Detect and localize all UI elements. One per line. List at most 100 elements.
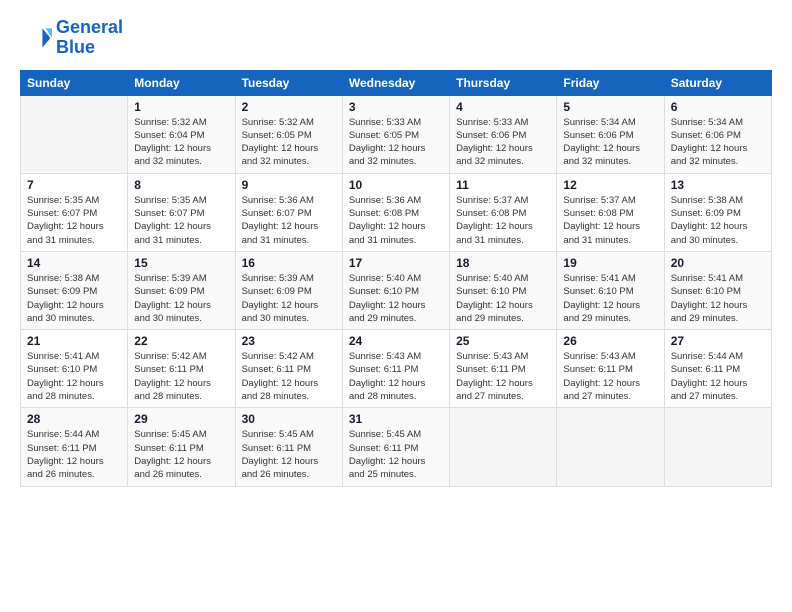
day-info: Sunrise: 5:42 AMSunset: 6:11 PMDaylight:… bbox=[242, 350, 336, 403]
calendar-cell: 30 Sunrise: 5:45 AMSunset: 6:11 PMDayligh… bbox=[235, 408, 342, 486]
calendar-cell: 6 Sunrise: 5:34 AMSunset: 6:06 PMDaylight… bbox=[664, 95, 771, 173]
day-number: 19 bbox=[563, 256, 657, 270]
calendar-cell: 1Sunrise: 5:32 AMSunset: 6:04 PMDaylight… bbox=[128, 95, 235, 173]
calendar-cell: 12 Sunrise: 5:37 AMSunset: 6:08 PMDayligh… bbox=[557, 173, 664, 251]
day-number: 27 bbox=[671, 334, 765, 348]
day-number: 24 bbox=[349, 334, 443, 348]
day-number: 22 bbox=[134, 334, 228, 348]
calendar-body: 1Sunrise: 5:32 AMSunset: 6:04 PMDaylight… bbox=[21, 95, 772, 486]
week-row-5: 28 Sunrise: 5:44 AMSunset: 6:11 PMDayligh… bbox=[21, 408, 772, 486]
calendar-cell: 22 Sunrise: 5:42 AMSunset: 6:11 PMDayligh… bbox=[128, 330, 235, 408]
day-info: Sunrise: 5:36 AMSunset: 6:07 PMDaylight:… bbox=[242, 194, 336, 247]
day-info: Sunrise: 5:43 AMSunset: 6:11 PMDaylight:… bbox=[563, 350, 657, 403]
day-info: Sunrise: 5:32 AMSunset: 6:05 PMDaylight:… bbox=[242, 116, 336, 169]
calendar-cell: 16 Sunrise: 5:39 AMSunset: 6:09 PMDayligh… bbox=[235, 251, 342, 329]
calendar-cell: 4Sunrise: 5:33 AMSunset: 6:06 PMDaylight… bbox=[450, 95, 557, 173]
day-number: 12 bbox=[563, 178, 657, 192]
day-info: Sunrise: 5:41 AMSunset: 6:10 PMDaylight:… bbox=[27, 350, 121, 403]
calendar-cell: 7 Sunrise: 5:35 AMSunset: 6:07 PMDaylight… bbox=[21, 173, 128, 251]
calendar-cell: 20Sunrise: 5:41 AMSunset: 6:10 PMDayligh… bbox=[664, 251, 771, 329]
weekday-header-thursday: Thursday bbox=[450, 70, 557, 95]
day-info: Sunrise: 5:36 AMSunset: 6:08 PMDaylight:… bbox=[349, 194, 443, 247]
day-info: Sunrise: 5:44 AMSunset: 6:11 PMDaylight:… bbox=[27, 428, 121, 481]
calendar-cell: 24 Sunrise: 5:43 AMSunset: 6:11 PMDayligh… bbox=[342, 330, 449, 408]
weekday-header-saturday: Saturday bbox=[664, 70, 771, 95]
day-info: Sunrise: 5:41 AMSunset: 6:10 PMDaylight:… bbox=[563, 272, 657, 325]
page-header: General Blue bbox=[20, 18, 772, 58]
day-number: 10 bbox=[349, 178, 443, 192]
week-row-3: 14Sunrise: 5:38 AMSunset: 6:09 PMDayligh… bbox=[21, 251, 772, 329]
day-number: 5 bbox=[563, 100, 657, 114]
calendar-cell: 26 Sunrise: 5:43 AMSunset: 6:11 PMDayligh… bbox=[557, 330, 664, 408]
day-number: 16 bbox=[242, 256, 336, 270]
logo-text: General Blue bbox=[56, 18, 123, 58]
day-number: 30 bbox=[242, 412, 336, 426]
day-info: Sunrise: 5:43 AMSunset: 6:11 PMDaylight:… bbox=[456, 350, 550, 403]
calendar-cell: 5 Sunrise: 5:34 AMSunset: 6:06 PMDaylight… bbox=[557, 95, 664, 173]
calendar-cell: 17 Sunrise: 5:40 AMSunset: 6:10 PMDayligh… bbox=[342, 251, 449, 329]
logo: General Blue bbox=[20, 18, 123, 58]
day-info: Sunrise: 5:39 AMSunset: 6:09 PMDaylight:… bbox=[134, 272, 228, 325]
calendar-cell: 3 Sunrise: 5:33 AMSunset: 6:05 PMDaylight… bbox=[342, 95, 449, 173]
weekday-header-wednesday: Wednesday bbox=[342, 70, 449, 95]
day-info: Sunrise: 5:42 AMSunset: 6:11 PMDaylight:… bbox=[134, 350, 228, 403]
weekday-header-monday: Monday bbox=[128, 70, 235, 95]
day-number: 4 bbox=[456, 100, 550, 114]
day-number: 26 bbox=[563, 334, 657, 348]
page-container: General Blue Sunday Monday Tuesday Wedne… bbox=[0, 0, 792, 497]
day-info: Sunrise: 5:37 AMSunset: 6:08 PMDaylight:… bbox=[456, 194, 550, 247]
logo-icon bbox=[20, 22, 52, 54]
day-info: Sunrise: 5:32 AMSunset: 6:04 PMDaylight:… bbox=[134, 116, 228, 169]
day-number: 28 bbox=[27, 412, 121, 426]
day-number: 13 bbox=[671, 178, 765, 192]
day-info: Sunrise: 5:40 AMSunset: 6:10 PMDaylight:… bbox=[456, 272, 550, 325]
day-number: 15 bbox=[134, 256, 228, 270]
day-number: 29 bbox=[134, 412, 228, 426]
calendar-cell: 27 Sunrise: 5:44 AMSunset: 6:11 PMDayligh… bbox=[664, 330, 771, 408]
day-info: Sunrise: 5:39 AMSunset: 6:09 PMDaylight:… bbox=[242, 272, 336, 325]
day-info: Sunrise: 5:38 AMSunset: 6:09 PMDaylight:… bbox=[671, 194, 765, 247]
calendar-cell: 29Sunrise: 5:45 AMSunset: 6:11 PMDayligh… bbox=[128, 408, 235, 486]
calendar-cell: 13 Sunrise: 5:38 AMSunset: 6:09 PMDayligh… bbox=[664, 173, 771, 251]
day-number: 8 bbox=[134, 178, 228, 192]
day-number: 7 bbox=[27, 178, 121, 192]
calendar-cell: 15 Sunrise: 5:39 AMSunset: 6:09 PMDayligh… bbox=[128, 251, 235, 329]
day-info: Sunrise: 5:45 AMSunset: 6:11 PMDaylight:… bbox=[349, 428, 443, 481]
day-number: 2 bbox=[242, 100, 336, 114]
day-info: Sunrise: 5:35 AMSunset: 6:07 PMDaylight:… bbox=[134, 194, 228, 247]
day-number: 18 bbox=[456, 256, 550, 270]
calendar-cell: 11 Sunrise: 5:37 AMSunset: 6:08 PMDayligh… bbox=[450, 173, 557, 251]
day-number: 31 bbox=[349, 412, 443, 426]
day-number: 11 bbox=[456, 178, 550, 192]
day-info: Sunrise: 5:33 AMSunset: 6:05 PMDaylight:… bbox=[349, 116, 443, 169]
week-row-2: 7 Sunrise: 5:35 AMSunset: 6:07 PMDaylight… bbox=[21, 173, 772, 251]
day-info: Sunrise: 5:41 AMSunset: 6:10 PMDaylight:… bbox=[671, 272, 765, 325]
calendar-cell: 25Sunrise: 5:43 AMSunset: 6:11 PMDayligh… bbox=[450, 330, 557, 408]
weekday-header-friday: Friday bbox=[557, 70, 664, 95]
calendar-cell: 2 Sunrise: 5:32 AMSunset: 6:05 PMDaylight… bbox=[235, 95, 342, 173]
day-number: 9 bbox=[242, 178, 336, 192]
day-info: Sunrise: 5:37 AMSunset: 6:08 PMDaylight:… bbox=[563, 194, 657, 247]
day-number: 23 bbox=[242, 334, 336, 348]
calendar-cell: 10 Sunrise: 5:36 AMSunset: 6:08 PMDayligh… bbox=[342, 173, 449, 251]
calendar-cell: 14Sunrise: 5:38 AMSunset: 6:09 PMDayligh… bbox=[21, 251, 128, 329]
calendar-cell bbox=[664, 408, 771, 486]
day-info: Sunrise: 5:35 AMSunset: 6:07 PMDaylight:… bbox=[27, 194, 121, 247]
calendar-cell: 9 Sunrise: 5:36 AMSunset: 6:07 PMDaylight… bbox=[235, 173, 342, 251]
header-row: Sunday Monday Tuesday Wednesday Thursday… bbox=[21, 70, 772, 95]
calendar-cell bbox=[21, 95, 128, 173]
day-number: 14 bbox=[27, 256, 121, 270]
day-number: 3 bbox=[349, 100, 443, 114]
day-info: Sunrise: 5:44 AMSunset: 6:11 PMDaylight:… bbox=[671, 350, 765, 403]
day-info: Sunrise: 5:45 AMSunset: 6:11 PMDaylight:… bbox=[242, 428, 336, 481]
day-info: Sunrise: 5:40 AMSunset: 6:10 PMDaylight:… bbox=[349, 272, 443, 325]
day-number: 21 bbox=[27, 334, 121, 348]
weekday-header-tuesday: Tuesday bbox=[235, 70, 342, 95]
calendar-cell bbox=[557, 408, 664, 486]
day-number: 6 bbox=[671, 100, 765, 114]
calendar-cell: 18 Sunrise: 5:40 AMSunset: 6:10 PMDayligh… bbox=[450, 251, 557, 329]
day-info: Sunrise: 5:43 AMSunset: 6:11 PMDaylight:… bbox=[349, 350, 443, 403]
day-info: Sunrise: 5:34 AMSunset: 6:06 PMDaylight:… bbox=[671, 116, 765, 169]
day-info: Sunrise: 5:34 AMSunset: 6:06 PMDaylight:… bbox=[563, 116, 657, 169]
day-number: 17 bbox=[349, 256, 443, 270]
